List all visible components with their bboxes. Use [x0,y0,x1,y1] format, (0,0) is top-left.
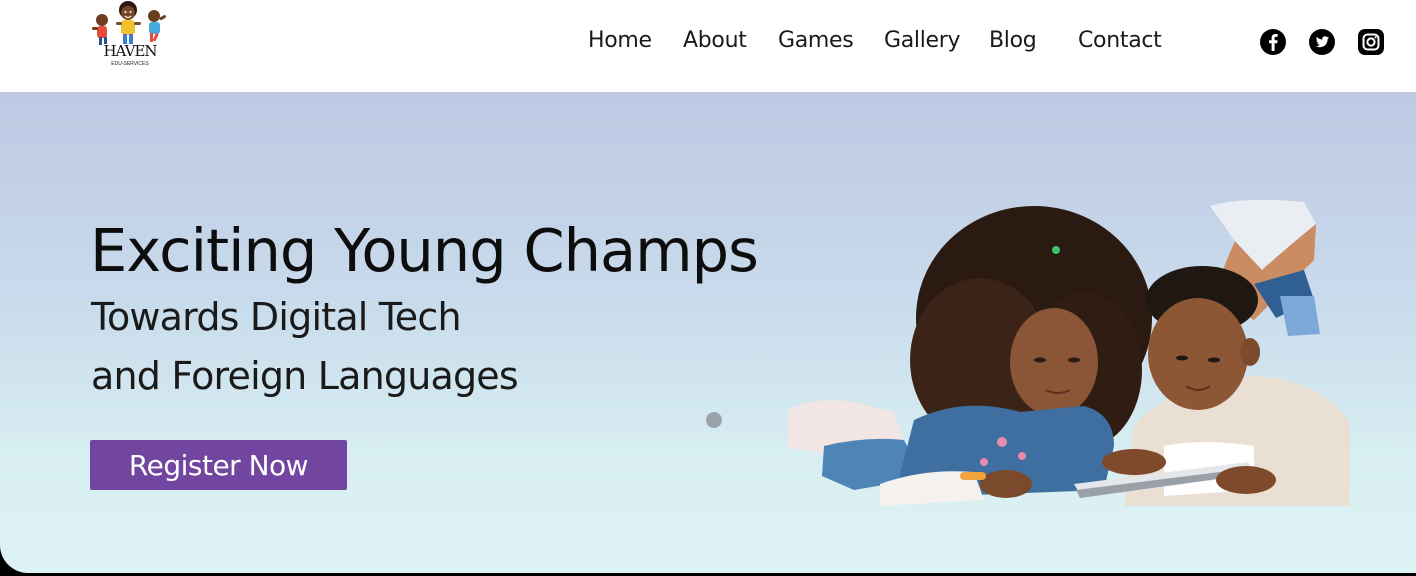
hero-subtitle-line1: Towards Digital Tech [91,295,462,339]
hero-subtitle-line2: and Foreign Languages [91,354,519,398]
nav-item-gallery[interactable]: Gallery [884,28,961,53]
logo-wordmark: HAVEN [103,42,157,60]
site-logo[interactable]: HAVEN EDU-SERVICES [88,0,172,76]
nav-item-contact[interactable]: Contact [1078,28,1162,53]
facebook-icon[interactable] [1259,28,1287,56]
nav-item-home[interactable]: Home [588,28,652,53]
hero-title: Exciting Young Champs [90,216,759,285]
twitter-icon[interactable] [1308,28,1336,56]
site-header: HAVEN EDU-SERVICES Home About Games Gall… [0,0,1416,92]
children-with-tablet-image [788,200,1350,506]
instagram-icon[interactable] [1357,28,1385,56]
register-now-button[interactable]: Register Now [90,440,347,490]
logo-subtext: EDU-SERVICES [111,61,149,67]
page: HAVEN EDU-SERVICES Home About Games Gall… [0,0,1416,576]
hero-banner: Exciting Young Champs Towards Digital Te… [0,92,1416,573]
logo-children-illustration-icon [92,1,167,45]
slider-dot[interactable] [706,412,722,428]
nav-item-games[interactable]: Games [778,28,854,53]
nav-item-blog[interactable]: Blog [989,28,1037,53]
nav-item-about[interactable]: About [683,28,747,53]
